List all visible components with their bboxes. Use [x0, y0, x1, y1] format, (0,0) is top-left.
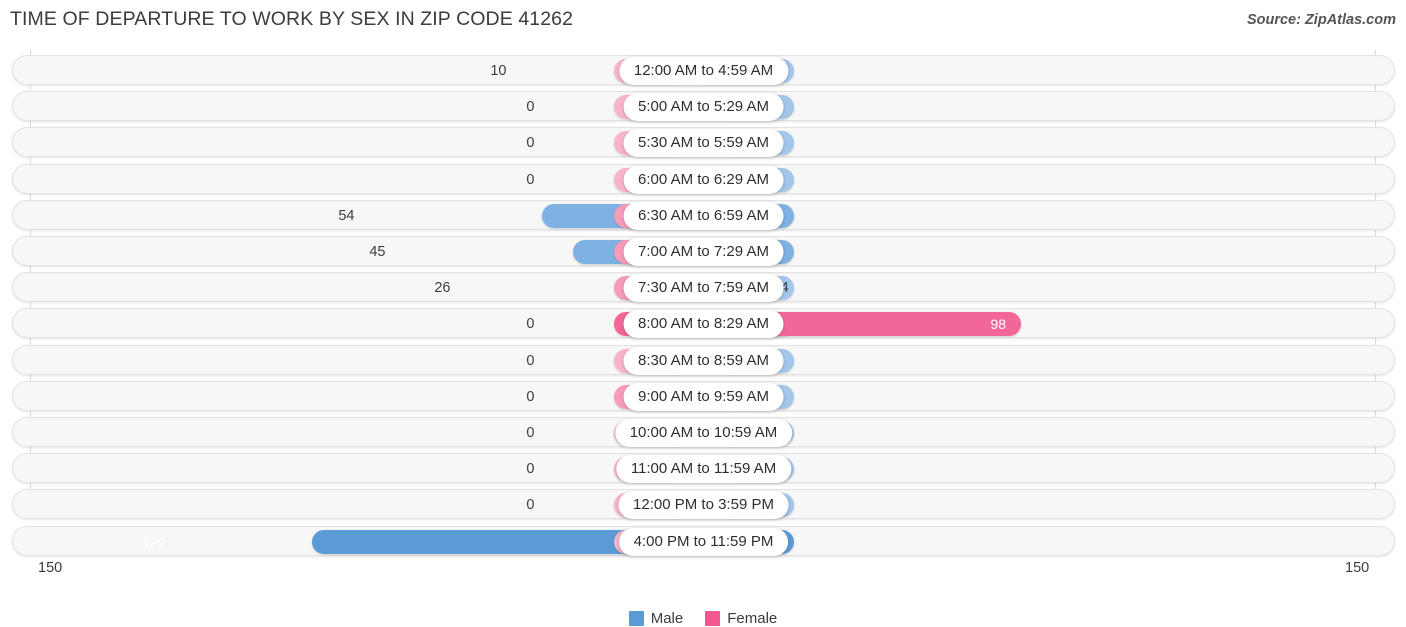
- male-value: 10: [490, 63, 507, 79]
- page-title: TIME OF DEPARTURE TO WORK BY SEX IN ZIP …: [10, 8, 574, 30]
- category-label: 8:00 AM to 8:29 AM: [623, 310, 784, 339]
- category-label: 11:00 AM to 11:59 AM: [615, 455, 792, 484]
- chart-row[interactable]: 0239:00 AM to 9:59 AM: [12, 380, 1395, 411]
- chart-row[interactable]: 008:30 AM to 8:59 AM: [12, 344, 1395, 375]
- male-value: 0: [526, 99, 535, 116]
- chart-row[interactable]: 0012:00 PM to 3:59 PM: [12, 489, 1395, 520]
- chart-row[interactable]: 005:30 AM to 5:59 AM: [12, 127, 1395, 158]
- category-label: 10:00 AM to 10:59 AM: [614, 419, 793, 447]
- female-value-inside: 98: [990, 316, 1007, 333]
- legend-swatch-icon: [628, 611, 644, 626]
- chart-row[interactable]: 006:00 AM to 6:29 AM: [12, 163, 1395, 194]
- male-value: 0: [526, 388, 535, 405]
- male-value: 0: [526, 461, 535, 478]
- chart-plot-area: 10012:00 AM to 4:59 AM005:00 AM to 5:29 …: [0, 50, 1406, 627]
- category-label: 5:00 AM to 5:29 AM: [623, 93, 784, 122]
- male-value: 0: [526, 497, 535, 514]
- source-attribution: Source: ZipAtlas.com: [1246, 12, 1396, 28]
- chart-header: TIME OF DEPARTURE TO WORK BY SEX IN ZIP …: [0, 0, 1406, 44]
- chart-row[interactable]: 0011:00 AM to 11:59 AM: [12, 453, 1395, 484]
- chart-row[interactable]: 0 98 8:00 AM to 8:29 AM: [12, 308, 1395, 339]
- legend-label: Female: [727, 610, 778, 627]
- category-label: 7:00 AM to 7:29 AM: [623, 238, 784, 266]
- category-label: 12:00 AM to 4:59 AM: [618, 57, 789, 85]
- category-label: 7:30 AM to 7:59 AM: [623, 274, 784, 303]
- axis-label-right: 150: [1345, 560, 1370, 576]
- category-label: 6:30 AM to 6:59 AM: [623, 201, 784, 230]
- male-value: 0: [526, 316, 535, 333]
- category-label: 5:30 AM to 5:59 AM: [623, 129, 784, 158]
- category-label: 12:00 PM to 3:59 PM: [618, 491, 789, 520]
- category-label: 4:00 PM to 11:59 PM: [618, 527, 789, 556]
- chart-row[interactable]: 5406:30 AM to 6:59 AM: [12, 199, 1395, 230]
- axis-label-left: 150: [38, 560, 63, 576]
- chart-row[interactable]: 4507:00 AM to 7:29 AM: [12, 236, 1395, 266]
- legend-item[interactable]: Female: [705, 610, 777, 627]
- chart-row[interactable]: 10012:00 AM to 4:59 AM: [12, 55, 1395, 85]
- legend-item[interactable]: Male: [628, 610, 684, 627]
- male-value-inside: 120: [142, 533, 166, 550]
- category-label: 6:00 AM to 6:29 AM: [623, 165, 784, 194]
- chart-row[interactable]: 005:00 AM to 5:29 AM: [12, 91, 1395, 122]
- male-value: 0: [526, 135, 535, 152]
- male-value: 0: [526, 171, 535, 188]
- male-value: 0: [526, 425, 535, 441]
- chart-row[interactable]: 0010:00 AM to 10:59 AM: [12, 417, 1395, 447]
- chart-row[interactable]: 12004:00 PM to 11:59 PM: [12, 525, 1395, 556]
- category-label: 8:30 AM to 8:59 AM: [623, 346, 784, 375]
- male-value: 26: [434, 280, 451, 297]
- chart-legend: Male Female: [0, 610, 1406, 627]
- male-value: 45: [369, 244, 386, 260]
- legend-swatch-icon: [705, 611, 721, 626]
- legend-label: Male: [650, 610, 684, 627]
- male-value: 54: [338, 207, 355, 224]
- male-value: 0: [526, 352, 535, 369]
- chart-row[interactable]: 26247:30 AM to 7:59 AM: [12, 272, 1395, 303]
- category-label: 9:00 AM to 9:59 AM: [623, 382, 784, 411]
